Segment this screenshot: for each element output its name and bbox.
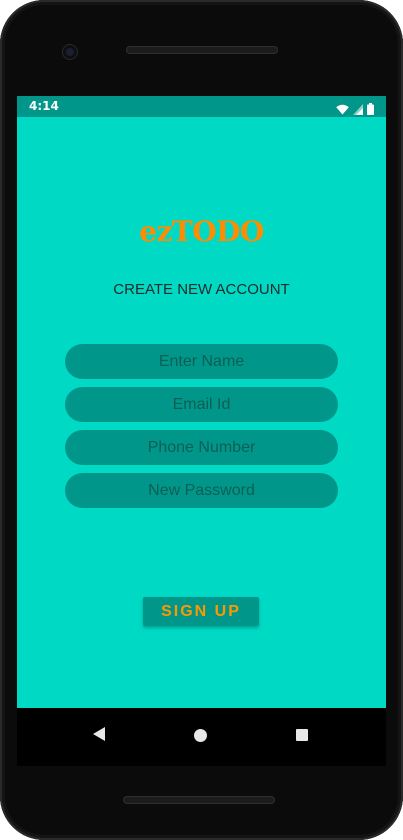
back-icon[interactable]	[92, 726, 106, 746]
front-camera	[63, 45, 77, 59]
app-logo: ezTODO	[139, 215, 264, 248]
recents-icon[interactable]	[296, 729, 308, 741]
top-speaker	[126, 46, 278, 54]
password-field[interactable]: New Password	[65, 473, 338, 508]
signup-button[interactable]: SIGN UP	[143, 597, 259, 626]
status-time: 4:14	[29, 99, 59, 113]
signup-screen: ezTODO CREATE NEW ACCOUNT Enter Name Ema…	[17, 117, 386, 708]
email-field[interactable]: Email Id	[65, 387, 338, 422]
home-icon[interactable]	[194, 729, 207, 742]
page-title: CREATE NEW ACCOUNT	[113, 281, 290, 298]
phone-frame: 4:14 ezTODO CREATE NEW ACCOUNT Enter Nam…	[0, 0, 403, 840]
name-field[interactable]: Enter Name	[65, 344, 338, 379]
bottom-speaker	[123, 796, 275, 804]
navigation-bar	[17, 708, 386, 766]
screen: 4:14 ezTODO CREATE NEW ACCOUNT Enter Nam…	[17, 96, 386, 766]
phone-field[interactable]: Phone Number	[65, 430, 338, 465]
status-bar: 4:14	[17, 96, 386, 117]
